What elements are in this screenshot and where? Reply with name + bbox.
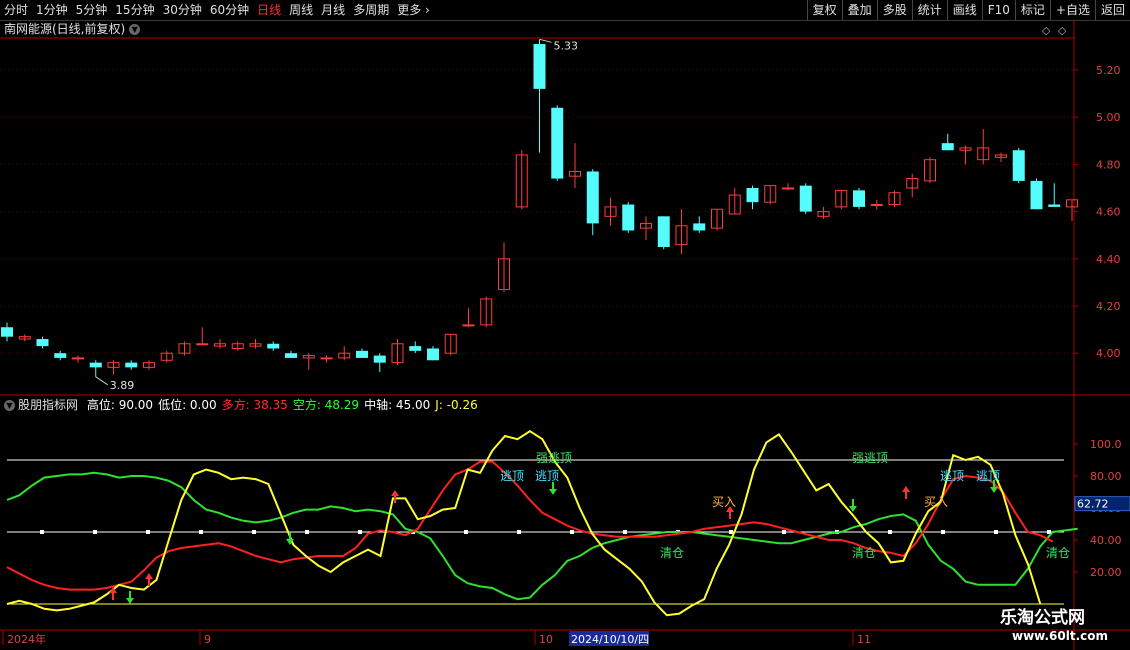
mid-axis-marker <box>40 530 44 534</box>
candle-body <box>622 204 635 231</box>
date-label: 11 <box>857 633 871 646</box>
watermark-logo: 乐淘公式网 <box>1000 608 1085 628</box>
candle-body <box>1048 204 1061 207</box>
mid-axis-marker <box>570 530 574 534</box>
price-tick-label: 5.20 <box>1096 64 1121 77</box>
indicator-tick-label: 80.00 <box>1090 470 1122 483</box>
mid-axis-marker <box>199 530 203 534</box>
signal-label: 买入 <box>924 495 948 509</box>
price-tick-label: 4.20 <box>1096 300 1121 313</box>
cursor-date-label: 2024/10/10/四 <box>571 633 649 646</box>
indicator-tick-label: 40.00 <box>1090 534 1122 547</box>
signal-label: 清仓 <box>660 546 684 560</box>
candle-body <box>196 343 209 346</box>
stock-chart[interactable]: 5.20 5.00 4.80 4.60 4.40 4.20 4.00 5.33 3.89 100.… <box>0 0 1130 650</box>
watermark-url: www.60lt.com <box>1012 629 1109 643</box>
mid-axis-marker <box>358 530 362 534</box>
price-tick-label: 4.80 <box>1096 158 1121 171</box>
low-label: 3.89 <box>110 379 135 392</box>
bear-line <box>6 471 1078 601</box>
up-arrow-icon <box>902 486 910 499</box>
candle-body <box>462 324 475 327</box>
mid-axis-marker <box>888 530 892 534</box>
signal-label: 清仓 <box>852 546 876 560</box>
down-arrow-icon <box>849 499 857 512</box>
candle-body <box>54 353 67 358</box>
candle-body <box>533 44 546 89</box>
candle-body <box>693 223 706 231</box>
mid-axis-marker <box>729 530 733 534</box>
candle-body <box>782 187 794 190</box>
candle-body <box>746 188 759 203</box>
signal-label: 强逃顶 <box>536 451 572 465</box>
candle-body <box>409 346 422 351</box>
mid-axis-marker <box>941 530 945 534</box>
candle-body <box>36 339 49 347</box>
candle-body <box>586 171 599 224</box>
mid-axis-marker <box>464 530 468 534</box>
date-label: 9 <box>204 633 211 646</box>
signal-label: 逃顶 <box>535 469 559 483</box>
up-arrow-icon <box>109 587 117 600</box>
candle-body <box>89 362 102 368</box>
candle-body <box>72 357 84 360</box>
candle-body <box>125 362 138 368</box>
candle-body <box>551 107 564 179</box>
candle-body <box>1 327 13 337</box>
low-pointer <box>95 376 109 386</box>
signal-label: 逃顶 <box>500 469 524 483</box>
candle-body <box>870 204 883 207</box>
mid-axis-marker <box>252 530 256 534</box>
candle-body <box>320 357 333 360</box>
price-tick-label: 4.60 <box>1096 206 1121 219</box>
candle-body <box>427 348 439 361</box>
current-value-label: 62.72 <box>1077 498 1109 511</box>
signal-label: 逃顶 <box>940 469 964 483</box>
mid-axis-marker <box>517 530 521 534</box>
candle-body <box>799 185 812 212</box>
mid-axis-marker <box>782 530 786 534</box>
price-tick-label: 4.00 <box>1096 347 1121 360</box>
down-arrow-icon <box>126 591 134 604</box>
indicator-tick-label: 100.0 <box>1090 438 1122 451</box>
indicator-tick-label: 20.00 <box>1090 566 1122 579</box>
signal-label: 强逃顶 <box>852 451 888 465</box>
price-tick-label: 4.40 <box>1096 253 1121 266</box>
high-label: 5.33 <box>554 39 579 52</box>
price-tick-label: 5.00 <box>1096 111 1121 124</box>
candle-body <box>657 216 670 247</box>
date-label: 2024年 <box>7 632 46 646</box>
candle-body <box>1030 180 1043 210</box>
candle-body <box>373 355 386 363</box>
mid-axis-marker <box>994 530 998 534</box>
signal-label: 逃顶 <box>976 469 1000 483</box>
signal-label: 买入 <box>712 495 736 509</box>
candle-body <box>267 343 280 349</box>
candle-body <box>853 190 865 207</box>
candle-body <box>356 350 368 358</box>
candle-body <box>941 143 954 151</box>
mid-axis-marker <box>305 530 309 534</box>
mid-axis-marker <box>623 530 627 534</box>
candle-body <box>1012 150 1025 181</box>
down-arrow-icon <box>549 482 557 495</box>
signal-label: 清仓 <box>1046 546 1070 560</box>
candle-body <box>285 353 297 358</box>
date-label: 10 <box>539 633 553 646</box>
high-pointer <box>539 38 552 43</box>
bull-line <box>6 460 1054 591</box>
mid-axis-marker <box>93 530 97 534</box>
mid-axis-marker <box>146 530 150 534</box>
